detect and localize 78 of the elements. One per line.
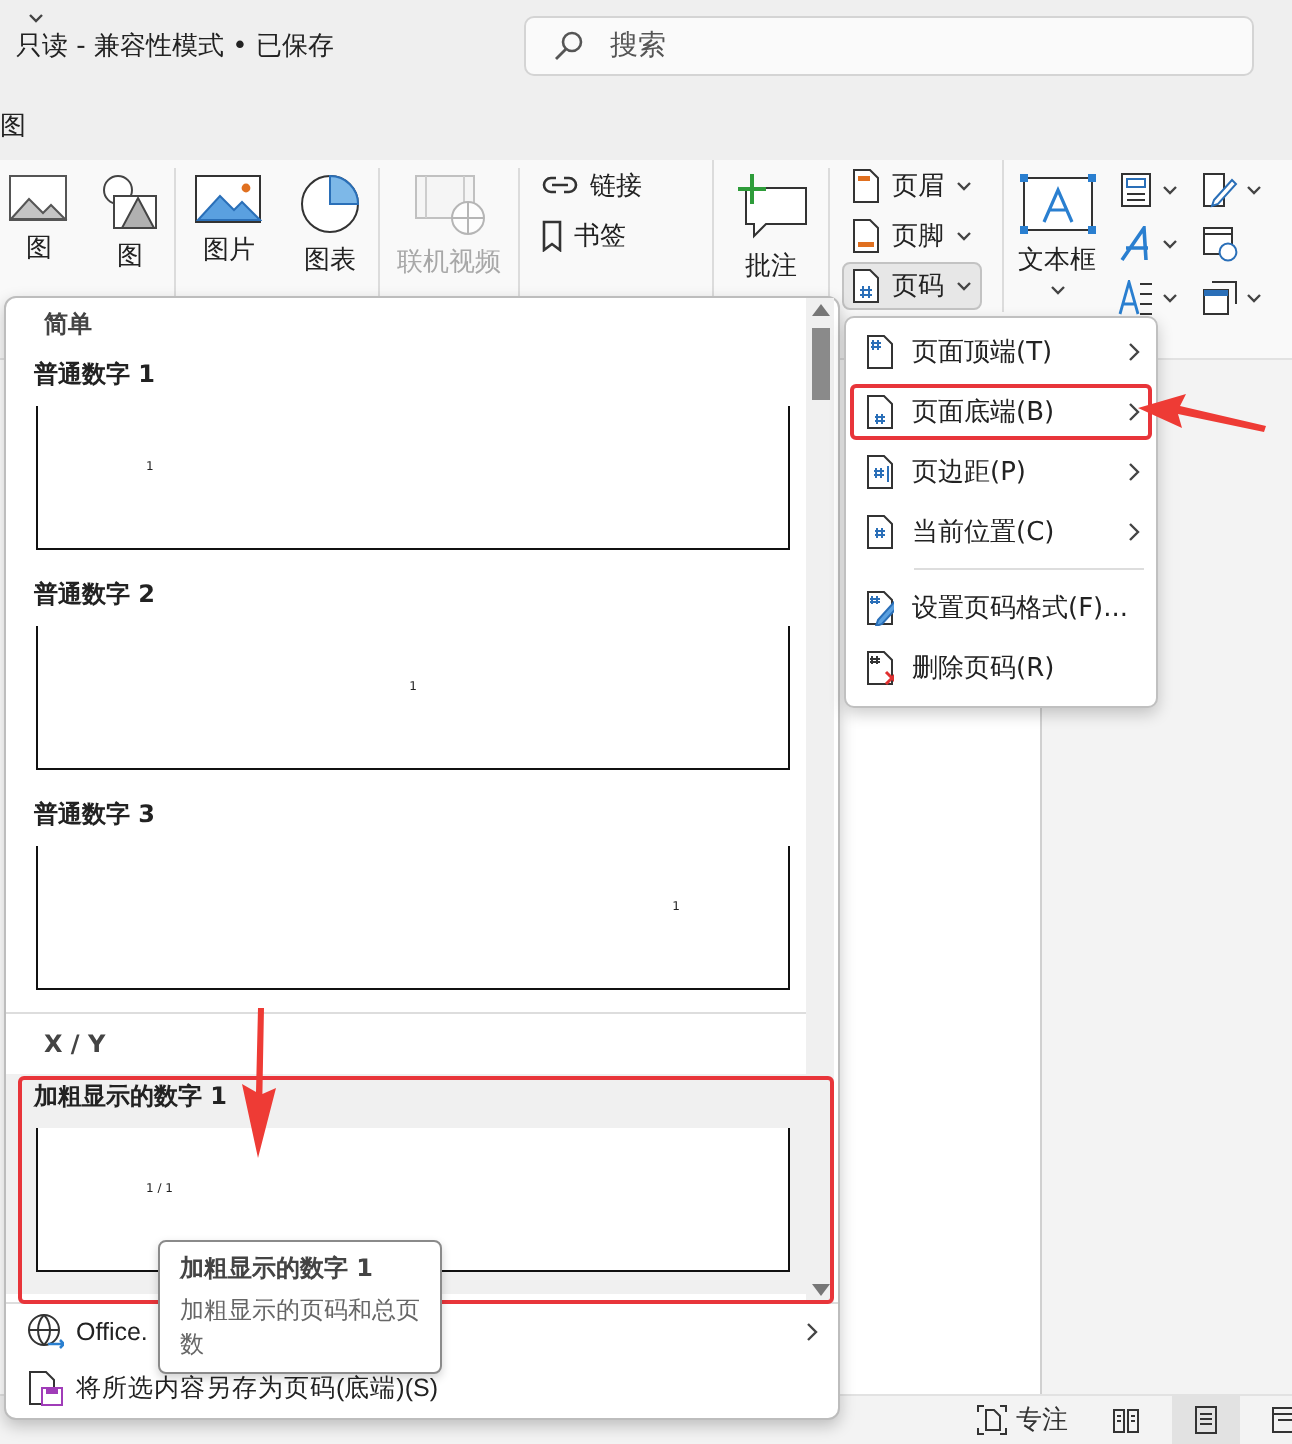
tooltip-description: 加粗显示的页码和总页数 [180,1294,422,1362]
caret-icon [1162,185,1178,195]
item-title: 普通数字 3 [34,797,158,831]
globe-icon [28,1314,64,1350]
search-icon [552,29,584,61]
scrollbar-thumb[interactable] [811,328,829,400]
ribbon-button[interactable]: 链接 [532,162,652,210]
signature-icon [1202,172,1238,208]
view-button[interactable] [1172,1396,1240,1444]
wordart-icon [1118,226,1154,262]
tooltip-title: 加粗显示的数字 1 [180,1252,376,1284]
ribbon-button[interactable]: 页眉 [842,162,982,210]
ribbon-button[interactable]: 批注 [729,168,813,288]
ribbon-button[interactable] [1202,172,1262,208]
ribbon-button[interactable]: 页脚 [842,212,982,260]
menu-item[interactable]: 设置页码格式(F)... [846,578,1156,638]
focus-button[interactable]: 专注 [964,1396,1080,1444]
ribbon-button[interactable]: 书签 [532,212,636,260]
quick-parts-icon [1118,172,1154,208]
header-icon [852,168,880,204]
ribbon-button[interactable]: 图片 [188,168,269,272]
scroll-down-icon [811,1284,829,1296]
ribbon-tab[interactable]: 图 [0,107,26,143]
page-bottom-icon [866,394,894,430]
caret-icon [956,281,972,291]
caret-icon [28,14,44,24]
item-title: 普通数字 1 [34,357,158,391]
search-field[interactable]: 搜索 [524,15,1254,75]
document-status-button[interactable]: 只读 - 兼容性模式 • 已保存 [16,27,334,63]
caret-icon [1049,286,1065,296]
page-top-icon [866,334,894,370]
shapes-icon [101,174,158,230]
ribbon-button[interactable]: 页码 [842,262,982,310]
caret-icon [1162,293,1178,303]
drop-cap-icon [1118,280,1154,316]
ribbon-button[interactable]: 图表 [293,168,366,282]
caret-icon [1246,293,1262,303]
print-layout-icon [1190,1404,1222,1436]
object-icon [1202,280,1238,316]
menu-item[interactable]: 页边距(P) [846,442,1156,502]
ribbon-button[interactable]: 图 [95,168,164,278]
caret-icon [956,231,972,241]
caret-icon [1162,239,1178,249]
text-box-icon [1019,174,1095,234]
item-title: 普通数字 2 [34,577,158,611]
scrollbar[interactable] [806,298,834,1302]
annotation-arrow [1138,390,1266,434]
scroll-up-icon [811,304,829,316]
menu-item[interactable]: 页面底端(B) [846,382,1156,442]
caret-icon [956,181,972,191]
ribbon-button[interactable] [1118,280,1178,316]
ribbon-button[interactable]: 图 [2,168,75,270]
date-time-icon [1202,226,1238,262]
ribbon-button[interactable]: 文本框 [1012,168,1102,300]
video-icon [413,174,485,236]
item-title: 加粗显示的数字 1 [34,1079,230,1113]
focus-icon [976,1404,1008,1436]
picture-icon [194,174,263,224]
format-page-number-icon [866,590,894,626]
save-selection-icon [28,1370,64,1406]
ribbon-button[interactable] [1202,280,1262,316]
caret-icon [1246,185,1262,195]
section-heading: 简单 [42,308,94,342]
current-position-icon [866,514,894,550]
page-number-icon [852,268,880,304]
menu-item[interactable]: 当前位置(C) [846,502,1156,562]
read-mode-icon [1110,1404,1142,1436]
page-margin-icon [866,454,894,490]
picture-icon [8,174,69,222]
menu-item[interactable]: 删除页码(R) [846,638,1156,698]
bookmark-icon [542,220,562,252]
menu-item[interactable]: 页面顶端(T) [846,322,1156,382]
ribbon-button[interactable] [1118,172,1178,208]
pie-chart-icon [299,174,360,234]
link-icon [542,176,578,196]
remove-page-number-icon [866,650,894,686]
footer-icon [852,218,880,254]
comment-icon [735,174,807,240]
